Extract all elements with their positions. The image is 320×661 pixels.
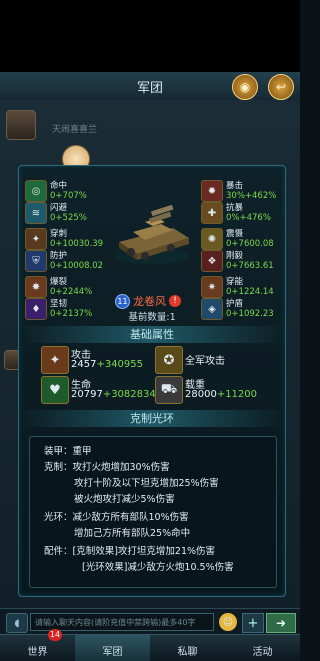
anticrit-icon: ✚ bbox=[201, 202, 223, 224]
section-counter-halo: 克制光环 bbox=[19, 410, 285, 427]
attack-icon: ✦ bbox=[41, 346, 69, 374]
stat-anticrit: ✚ 抗暴 0%+476% bbox=[201, 202, 271, 224]
avatar[interactable] bbox=[6, 110, 36, 140]
target-icon: ◎ bbox=[25, 180, 47, 202]
army-attack-icon: ✪ bbox=[155, 346, 183, 374]
stat-shock: ✺ 震慑 0+7600.08 bbox=[201, 228, 274, 250]
coin-icon[interactable]: ◉ bbox=[232, 74, 258, 100]
back-icon[interactable]: ↩ bbox=[268, 74, 294, 100]
chat-message: 天闹喜喜兰 bbox=[52, 125, 98, 135]
tab-private[interactable]: 私聊 bbox=[150, 635, 225, 661]
stat-crit: ✹ 暴击 30%+462% bbox=[201, 180, 276, 202]
unread-badge: 14 bbox=[48, 629, 62, 641]
voice-icon[interactable]: ◖ bbox=[6, 613, 28, 633]
burst-icon: ✸ bbox=[25, 276, 47, 298]
section-basic-attributes: 基础属性 bbox=[19, 326, 285, 343]
page-title: 军团 bbox=[136, 80, 163, 96]
unit-name: 龙卷风 bbox=[133, 295, 166, 308]
tab-events[interactable]: 活动 bbox=[225, 635, 300, 661]
shock-icon: ✺ bbox=[201, 228, 223, 250]
pierce-icon: ✦ bbox=[25, 228, 47, 250]
tab-legion[interactable]: 军团 bbox=[75, 635, 150, 661]
dodge-icon: ≋ bbox=[25, 202, 47, 224]
bottom-tab-bar: 世界 14 军团 私聊 活动 bbox=[0, 629, 300, 661]
status-area bbox=[0, 0, 300, 72]
alert-icon[interactable]: ! bbox=[169, 295, 181, 307]
chat-input-bar: ◖ 请输入聊天内容(请阶充值中禁跨输)最多40字 ☺ + ➜ bbox=[0, 608, 300, 635]
crit-icon: ✹ bbox=[201, 180, 223, 202]
stat-protect: ⛨ 防护 0+10008.02 bbox=[25, 250, 103, 272]
emoji-icon[interactable]: ☺ bbox=[219, 613, 237, 631]
stat-hit: ◎ 命中 0+707% bbox=[25, 180, 87, 202]
unit-count: 基前数量:1 bbox=[128, 312, 176, 323]
level-badge: 11 bbox=[115, 293, 130, 309]
unit-name-row: 11 龙卷风 ! bbox=[115, 293, 181, 309]
stat-energy: ✷ 穿能 0+1224.14 bbox=[201, 276, 274, 298]
unit-detail-panel: ◎ 命中 0+707% ≋ 闪避 0+525% ✦ 穿刺 0+10030.39 ⛨ 防… bbox=[18, 165, 286, 597]
stat-burst: ✸ 爆裂 0+2244% bbox=[25, 276, 92, 298]
title-bar: 军团 ◉ ↩ bbox=[0, 72, 300, 101]
stat-firm: ❖ 刚毅 0+7663.61 bbox=[201, 250, 274, 272]
shield-icon: ⛨ bbox=[25, 250, 47, 272]
firm-icon: ❖ bbox=[201, 250, 223, 272]
load-icon: ⛟ bbox=[155, 376, 183, 404]
halo-details: 装甲：重甲 克制：攻打火炮增加30%伤害 攻打十阶及以下坦克增加25%伤害 被火… bbox=[29, 436, 277, 588]
send-icon[interactable]: ➜ bbox=[266, 613, 296, 633]
hp-icon: ♥ bbox=[41, 376, 69, 404]
tab-world[interactable]: 世界 14 bbox=[0, 629, 75, 661]
energy-icon: ✷ bbox=[201, 276, 223, 298]
plus-icon[interactable]: + bbox=[242, 613, 264, 633]
stat-pierce: ✦ 穿刺 0+10030.39 bbox=[25, 228, 103, 250]
tank-image bbox=[116, 204, 189, 264]
stat-dodge: ≋ 闪避 0+525% bbox=[25, 202, 87, 224]
